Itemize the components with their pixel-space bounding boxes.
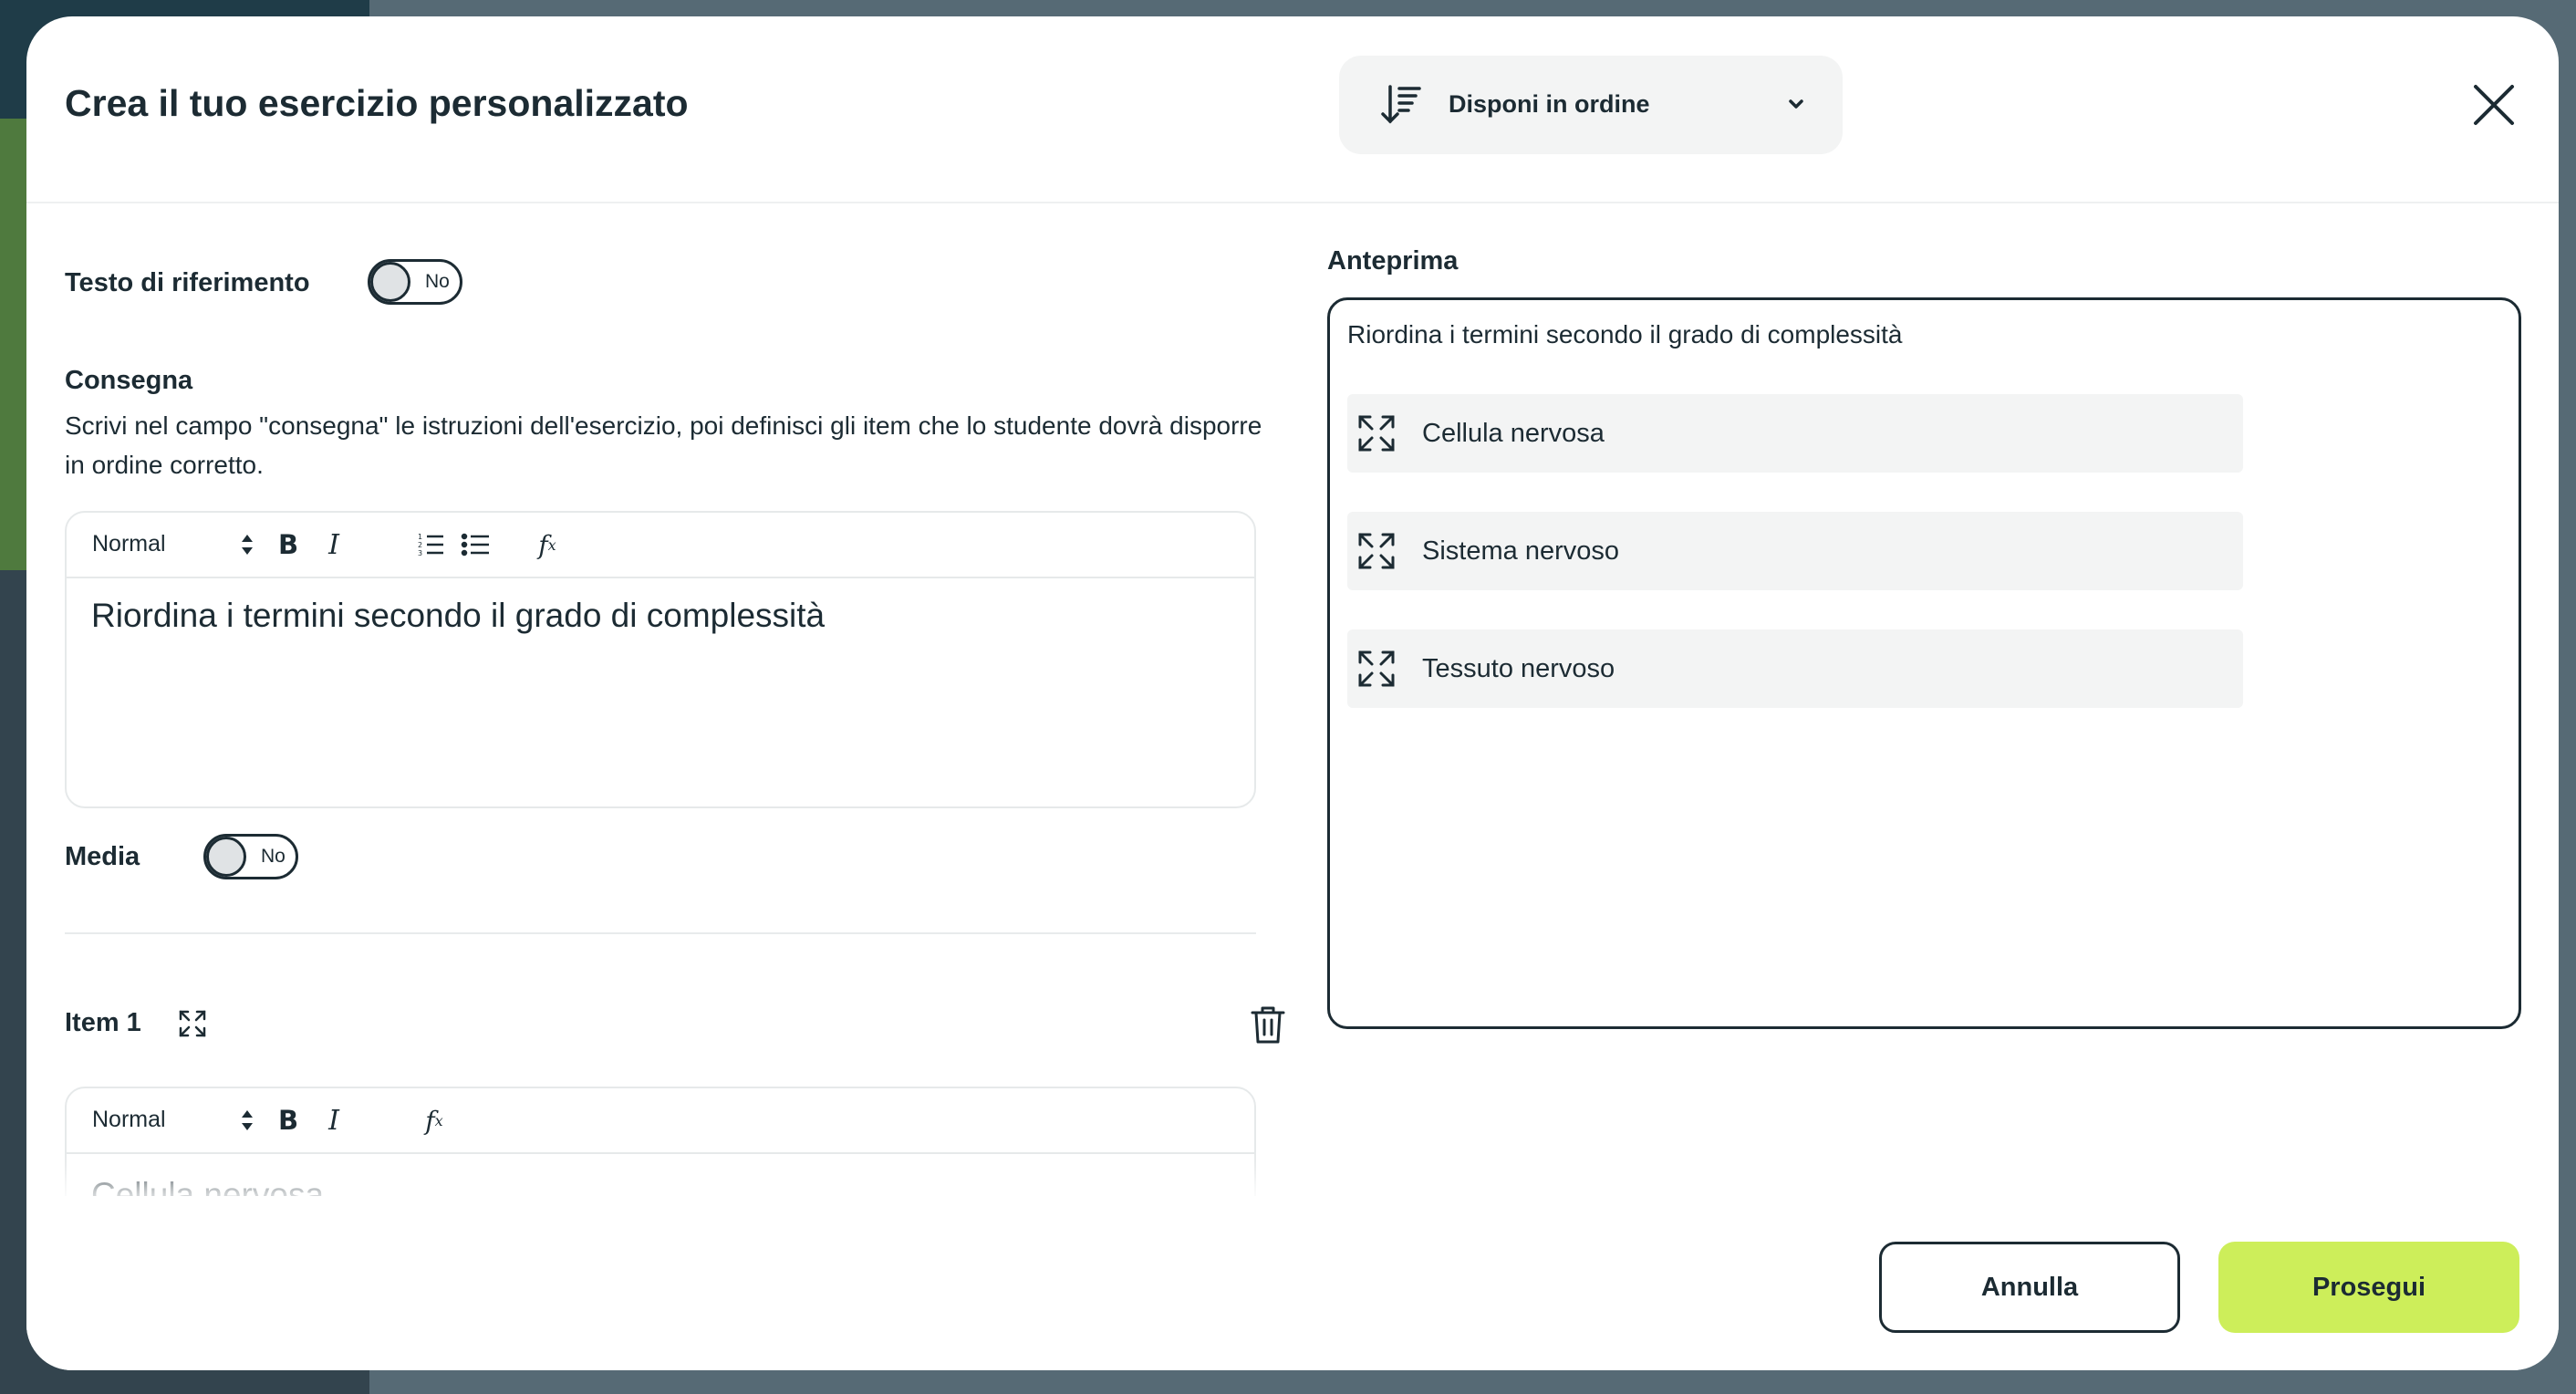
- preview-item[interactable]: Sistema nervoso: [1347, 512, 2243, 590]
- create-exercise-dialog: Crea il tuo esercizio personalizzato Dis…: [26, 16, 2559, 1370]
- svg-text:2: 2: [418, 541, 422, 549]
- toggle-knob: [370, 262, 410, 302]
- reference-text-toggle[interactable]: No: [368, 259, 462, 305]
- continue-button[interactable]: Prosegui: [2218, 1242, 2519, 1333]
- preview-item[interactable]: Tessuto nervoso: [1347, 629, 2243, 708]
- close-icon[interactable]: [2470, 81, 2518, 129]
- format-select[interactable]: Normal: [92, 1107, 166, 1133]
- trash-icon[interactable]: [1250, 1004, 1285, 1045]
- italic-icon[interactable]: I: [318, 529, 349, 561]
- formula-icon[interactable]: fx: [532, 529, 563, 560]
- bold-icon[interactable]: B: [273, 529, 304, 560]
- instruction-description: Scrivi nel campo "consegna" le istruzion…: [65, 411, 1262, 479]
- cancel-button[interactable]: Annulla: [1879, 1242, 2180, 1333]
- preview-item-label: Sistema nervoso: [1422, 536, 1619, 566]
- chevron-down-icon: [1789, 99, 1803, 109]
- expand-arrows-icon[interactable]: [178, 1009, 207, 1038]
- exercise-type-select[interactable]: Disponi in ordine: [1339, 56, 1843, 154]
- media-label: Media: [65, 842, 140, 871]
- preview-panel: Riordina i termini secondo il grado di c…: [1327, 297, 2521, 1029]
- item-1-label: Item 1: [65, 1008, 141, 1037]
- exercise-form: Testo di riferimento No Consegna Scrivi …: [65, 202, 1285, 1212]
- preview-item-label: Tessuto nervoso: [1422, 654, 1615, 683]
- reference-text-label: Testo di riferimento: [65, 268, 310, 297]
- preview-item[interactable]: Cellula nervosa: [1347, 394, 2243, 473]
- expand-arrows-icon: [1358, 650, 1395, 687]
- instruction-label: Consegna: [65, 366, 193, 395]
- toggle-state: No: [425, 271, 450, 292]
- item-1-editor: Normal B I fx Cellula nervosa: [65, 1087, 1256, 1212]
- editor-toolbar: Normal B I fx: [67, 1088, 1254, 1154]
- instruction-editor-content[interactable]: Riordina i termini secondo il grado di c…: [67, 578, 1254, 653]
- dialog-title: Crea il tuo esercizio personalizzato: [65, 82, 689, 124]
- svg-text:1: 1: [418, 533, 422, 541]
- sort-descending-icon: [1381, 85, 1421, 124]
- ordered-list-icon[interactable]: 1 2 3: [415, 529, 446, 560]
- italic-icon[interactable]: I: [318, 1105, 349, 1137]
- expand-arrows-icon: [1358, 533, 1395, 569]
- instruction-editor: Normal B I 1 2 3 fx Riordina i termini s…: [65, 511, 1256, 808]
- updown-icon: [242, 1110, 253, 1130]
- preview-instruction: Riordina i termini secondo il grado di c…: [1347, 320, 1903, 348]
- dialog-header: Crea il tuo esercizio personalizzato Dis…: [26, 16, 2559, 203]
- exercise-type-label: Disponi in ordine: [1449, 90, 1650, 118]
- preview-item-label: Cellula nervosa: [1422, 419, 1605, 448]
- format-select[interactable]: Normal: [92, 531, 166, 557]
- bullet-list-icon[interactable]: [461, 529, 492, 560]
- media-toggle[interactable]: No: [203, 834, 298, 879]
- toggle-state: No: [261, 846, 286, 867]
- editor-toolbar: Normal B I 1 2 3 fx: [67, 513, 1254, 578]
- section-divider: [65, 932, 1256, 934]
- preview-label: Anteprima: [1327, 246, 1459, 276]
- expand-arrows-icon: [1358, 415, 1395, 452]
- svg-text:3: 3: [418, 549, 422, 557]
- updown-icon: [242, 535, 253, 555]
- bold-icon[interactable]: B: [273, 1105, 304, 1136]
- toggle-knob: [206, 837, 246, 877]
- formula-icon[interactable]: fx: [419, 1105, 450, 1136]
